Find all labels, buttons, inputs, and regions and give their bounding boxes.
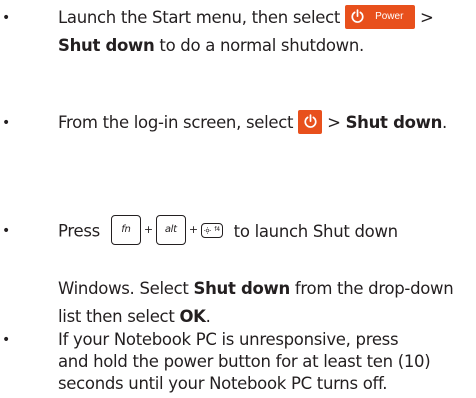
text-segment: from the drop-down <box>289 279 454 298</box>
instruction-text: Launch the Start menu, then select Power… <box>58 4 472 60</box>
bullet: • <box>2 10 11 26</box>
f4-key-label: f4 <box>214 226 220 233</box>
power-icon <box>304 114 317 128</box>
power-button-icon <box>298 109 323 134</box>
bullet: • <box>2 115 11 131</box>
f4-key: f4 <box>200 222 223 238</box>
text-line: and hold the power button for at least t… <box>58 352 431 371</box>
fn-key: fn <box>110 215 141 245</box>
text-segment: list then select <box>58 307 180 326</box>
power-button: Power <box>345 4 416 29</box>
text-segment: > <box>415 8 434 27</box>
instruction-text: From the log-in screen, select > Shut do… <box>58 109 472 137</box>
bullet: • <box>2 223 11 239</box>
text-segment: From the log-in screen, select <box>58 113 299 132</box>
power-icon <box>351 9 364 23</box>
bold-text: Shut down <box>58 36 155 55</box>
plus-sign: + <box>188 223 198 236</box>
alt-key: alt <box>155 215 186 245</box>
bold-text: Shut down <box>345 113 443 132</box>
instruction-text: Press fn + alt + f4 to launch Shut down Wind… <box>58 215 472 331</box>
text-segment: to do a normal shutdown. <box>154 36 364 55</box>
text-line: seconds until your Notebook PC turns off… <box>58 374 388 393</box>
text-segment: > <box>322 113 346 132</box>
instruction-text: If your Notebook PC is unresponsive, pre… <box>58 329 472 395</box>
bold-text: OK <box>179 307 206 326</box>
text-segment: Windows. Select <box>58 279 194 298</box>
text-segment: . <box>442 113 447 132</box>
plus-sign: + <box>143 223 153 236</box>
power-button-label: Power <box>375 10 404 22</box>
bullet: • <box>2 332 11 348</box>
text-segment: to launch Shut down <box>228 221 398 241</box>
text-line: If your Notebook PC is unresponsive, pre… <box>58 330 399 349</box>
text-segment: . <box>205 307 211 326</box>
sun-brightness-icon <box>203 226 211 234</box>
text-segment: Press <box>58 221 100 241</box>
text-segment: Launch the Start menu, then select <box>58 8 346 27</box>
bold-text: Shut down <box>193 279 291 298</box>
